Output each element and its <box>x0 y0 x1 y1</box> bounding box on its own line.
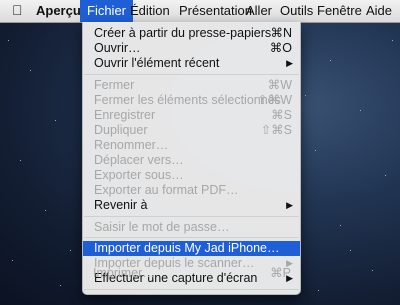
shortcut-label: ⌘N <box>270 26 292 40</box>
submenu-arrow-icon: ▶ <box>286 200 293 210</box>
menu-aide[interactable]: Aide <box>359 0 399 22</box>
menu-item-import-from-iphone[interactable]: Importer depuis My Jad iPhone… <box>83 241 300 256</box>
menu-item-close[interactable]: Fermer ⌘W <box>83 78 300 93</box>
menu-app-apercu[interactable]: Aperçu <box>29 0 88 22</box>
menu-item-open-recent[interactable]: Ouvrir l'élément récent ▶ <box>83 56 300 71</box>
file-menu-dropdown: Créer à partir du presse-papiers ⌘N Ouvr… <box>82 22 301 295</box>
shortcut-label: ⇧⌘W <box>257 93 292 107</box>
apple-icon[interactable]:  <box>6 0 29 22</box>
menu-item-new-from-clipboard[interactable]: Créer à partir du presse-papiers ⌘N <box>83 26 300 41</box>
menu-separator <box>84 216 299 217</box>
menu-item-print[interactable]: Imprimer… ⌘P <box>82 266 299 281</box>
menu-bar:  Aperçu Fichier Édition Présentation Al… <box>0 0 400 23</box>
shortcut-label: ⌘P <box>270 266 291 280</box>
submenu-arrow-icon: ▶ <box>286 58 293 68</box>
menu-item-enter-password[interactable]: Saisir le mot de passe… <box>83 220 300 235</box>
menu-edition[interactable]: Édition <box>123 0 177 22</box>
shortcut-label: ⌘W <box>267 78 292 92</box>
menu-separator <box>84 74 299 75</box>
menu-item-move-to[interactable]: Déplacer vers… <box>83 153 300 168</box>
menu-item-revert-to[interactable]: Revenir à ▶ <box>83 198 300 213</box>
menu-separator <box>84 237 299 238</box>
menu-item-export-pdf[interactable]: Exporter au format PDF… <box>83 183 300 198</box>
shortcut-label: ⇧⌘S <box>260 123 292 137</box>
menu-separator <box>84 289 299 290</box>
menu-item-duplicate[interactable]: Dupliquer ⇧⌘S <box>83 123 300 138</box>
menu-item-open[interactable]: Ouvrir… ⌘O <box>83 41 300 56</box>
menu-item-export[interactable]: Exporter sous… <box>83 168 300 183</box>
shortcut-label: ⌘O <box>269 41 292 55</box>
shortcut-label: ⌘S <box>271 108 292 122</box>
menu-item-close-selected[interactable]: Fermer les éléments sélectionnés ⇧⌘W <box>83 93 300 108</box>
menu-item-rename[interactable]: Renommer… <box>83 138 300 153</box>
menu-item-save[interactable]: Enregistrer ⌘S <box>83 108 300 123</box>
